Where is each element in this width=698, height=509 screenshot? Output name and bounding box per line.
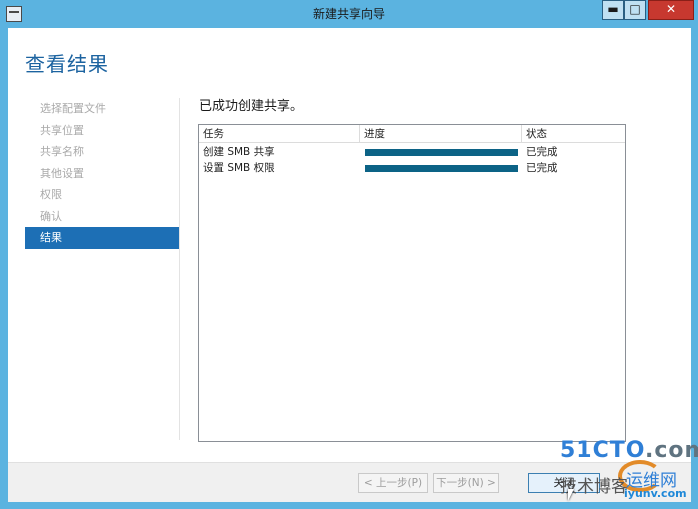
- watermark-site-blue: 51CTO: [560, 438, 645, 463]
- progress-bar: [365, 149, 518, 156]
- nav-item-results[interactable]: 结果: [25, 227, 179, 249]
- title-bar[interactable]: 新建共享向导 ▬ □ ✕: [0, 0, 698, 28]
- page-title: 查看结果: [25, 52, 109, 76]
- watermark-site-gray: .com: [645, 438, 698, 463]
- maximize-button[interactable]: □: [624, 0, 646, 20]
- close-window-button[interactable]: ✕: [648, 0, 694, 20]
- grid-header: 任务 进度 状态: [199, 125, 625, 143]
- watermark-domain: iyunv.com: [624, 487, 687, 500]
- nav-item-share-location[interactable]: 共享位置: [25, 120, 179, 142]
- wizard-window: 新建共享向导 ▬ □ ✕ 查看结果 选择配置文件 共享位置 共享名称 其他设置 …: [0, 0, 698, 509]
- table-row[interactable]: 设置 SMB 权限 已完成: [199, 161, 625, 176]
- minimize-button[interactable]: ▬: [602, 0, 624, 20]
- nav-divider: [179, 98, 180, 440]
- nav-item-share-name[interactable]: 共享名称: [25, 141, 179, 163]
- column-header-progress[interactable]: 进度: [359, 125, 521, 143]
- wizard-client-area: 查看结果 选择配置文件 共享位置 共享名称 其他设置 权限 确认 结果 已成功创…: [8, 28, 691, 502]
- task-cell: 设置 SMB 权限: [203, 162, 275, 174]
- nav-item-permissions[interactable]: 权限: [25, 184, 179, 206]
- wizard-steps-nav: 选择配置文件 共享位置 共享名称 其他设置 权限 确认 结果: [25, 98, 179, 249]
- watermark-logo: 51CTO.com 技术博客 运维网 iyunv.com: [560, 438, 698, 504]
- status-cell: 已完成: [526, 146, 558, 158]
- results-grid[interactable]: 任务 进度 状态 创建 SMB 共享 已完成 设置 SMB 权限 已完成: [198, 124, 626, 442]
- results-heading: 已成功创建共享。: [199, 99, 304, 114]
- status-cell: 已完成: [526, 162, 558, 174]
- column-header-status[interactable]: 状态: [521, 125, 625, 143]
- next-button[interactable]: 下一步(N) >: [433, 473, 499, 493]
- nav-item-select-profile[interactable]: 选择配置文件: [25, 98, 179, 120]
- mouse-cursor-icon: [568, 489, 574, 501]
- table-row[interactable]: 创建 SMB 共享 已完成: [199, 145, 625, 160]
- nav-item-other-settings[interactable]: 其他设置: [25, 163, 179, 185]
- wizard-header: 查看结果: [8, 28, 691, 88]
- nav-item-confirm[interactable]: 确认: [25, 206, 179, 228]
- task-cell: 创建 SMB 共享: [203, 146, 275, 158]
- column-header-task[interactable]: 任务: [199, 125, 359, 143]
- progress-bar: [365, 165, 518, 172]
- previous-button[interactable]: < 上一步(P): [358, 473, 428, 493]
- window-title: 新建共享向导: [312, 7, 385, 21]
- watermark-site: 51CTO.com: [560, 438, 698, 463]
